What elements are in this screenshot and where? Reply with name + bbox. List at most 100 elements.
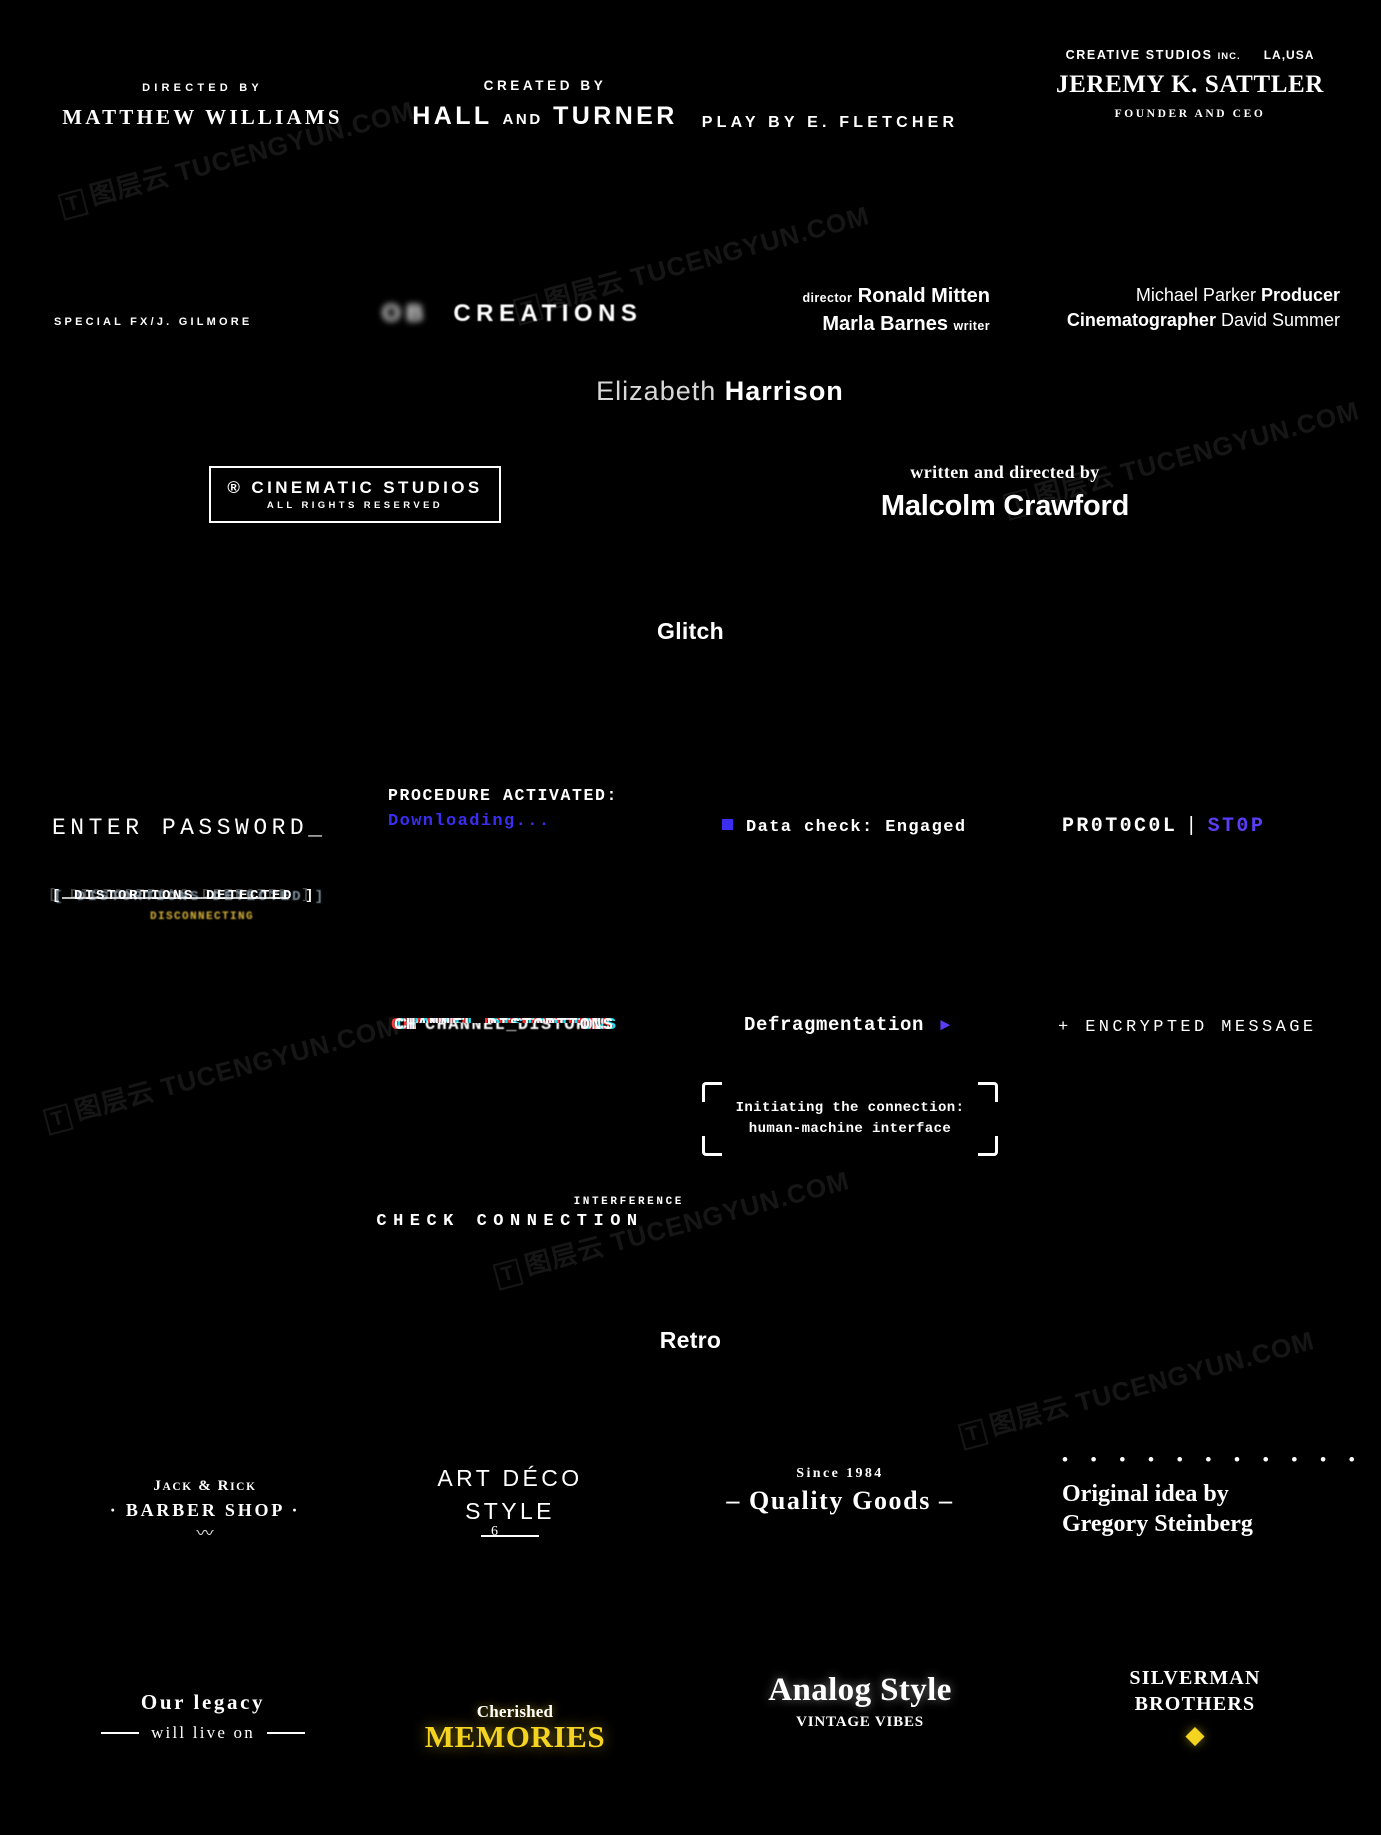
terminal-initiating-box: Initiating the connection: human-machine… [700,1082,1000,1156]
logo-art-deco: ART DÉCO STYLE [340,1462,680,1540]
credit-lead-actor: Elizabeth Harrison [350,376,1090,407]
quality-since: Since 1984 [796,1466,884,1481]
watermark-badge: T [492,1258,524,1291]
written-label-b: and [973,462,1005,482]
special-fx-name: J. GILMORE [156,316,253,328]
section-heading-glitch: Glitch [657,618,724,644]
legacy-line2: will live on [151,1723,255,1742]
logo-silverman-brothers: SILVERMAN BROTHERS ◆ [1030,1665,1360,1748]
studio-company-suffix: INC. [1217,51,1241,62]
art-deco-line2: STYLE [465,1498,555,1525]
protocol-label: PR0T0C0L [1062,815,1178,838]
glitch-strike-bar [62,897,287,899]
terminal-check-connection: INTERFERENCE CHECK CONNECTION [330,1196,690,1231]
logo-cherished-memories: Cherished MEMORIES [370,1702,660,1755]
barber-ampersand: & [198,1478,213,1494]
crew-right-line1: Michael Parker Producer [870,283,1340,308]
ob-part-a: OB [382,300,429,327]
crew-right-line2-label: Cinematographer [1066,309,1216,330]
crew-left-line1-label: director [802,291,853,305]
interference-label: INTERFERENCE [573,1196,684,1208]
art-deco-line1: ART DÉCO [437,1465,583,1491]
protocol-stop: ST0P [1207,815,1266,838]
distortions-glitch-text: [ DISTORTIONS DETECTED ] [ DISTORTIONS D… [48,887,352,905]
barber-names: JACK & RICK [30,1478,380,1495]
crew-right-line1-label: Producer [1260,285,1340,305]
quality-title: – Quality Goods – [726,1486,954,1515]
credit-name-a: HALL [412,102,493,130]
logo-box: ® CINEMATIC STUDIOS ALL RIGHTS RESERVED [209,466,501,523]
terminal-procedure: PROCEDURE ACTIVATED: Downloading... [388,786,618,831]
crew-right-line2-name: David Summer [1220,309,1340,330]
channel-distortions-glitch: CHANNEL_DISTORTIONS CHANNEL_DISTORTIONS … [391,1016,616,1035]
status-square-icon [722,819,733,830]
corner-bracket-top-left-icon [701,1082,722,1102]
legacy-rule-right-icon [266,1732,305,1734]
original-idea-text: Original idea by Gregory Steinberg [1062,1479,1362,1539]
glitch-slice-text: CHANNEL_DISTORTIONS [425,1023,581,1032]
credit-written-directed: written and directed by Malcolm Crawford [770,462,1240,523]
defragmentation-label: Defragmentation [744,1014,925,1036]
watermark-badge: T [57,188,89,221]
logo-ob-creations: OB CREATIONS [382,300,642,328]
terminal-protocol: PR0T0C0L | ST0P [1062,815,1265,838]
data-check-text: Data check: Engaged [746,818,967,837]
watermark-badge: T [957,1418,989,1451]
analog-subtitle: VINTAGE VIBES [796,1714,924,1730]
actor-first-name: Elizabeth [596,376,717,406]
ob-part-b: CREATIONS [453,300,643,327]
terminal-distortions: [ DISTORTIONS DETECTED ] [ DISTORTIONS D… [48,887,352,923]
logo-title: CINEMATIC STUDIOS [251,478,483,497]
logo-cinematic-studios: ® CINEMATIC STUDIOS ALL RIGHTS RESERVED [135,466,575,523]
original-idea-line2: Gregory Steinberg [1062,1511,1253,1538]
legacy-line2-row: will live on [28,1723,378,1743]
credit-studio-block: CREATIVE STUDIOS INC. LA,USA JEREMY K. S… [980,48,1381,120]
play-arrow-icon: ► [940,1017,951,1036]
studio-location: LA,USA [1263,48,1315,62]
check-connection-text: CHECK CONNECTION [376,1212,644,1231]
bracket-frame: Initiating the connection: human-machine… [701,1082,999,1156]
legacy-rule-left-icon [101,1732,140,1734]
studio-company: CREATIVE STUDIOS [1065,48,1213,62]
actor-last-name: Harrison [724,376,844,406]
distortions-text: [ DISTORTIONS DETECTED ] [52,888,317,904]
initiating-text: Initiating the connection: human-machine… [736,1098,965,1140]
initiating-line1: Initiating the connection: [735,1100,965,1116]
credit-special-fx: SPECIAL FX/J. GILMORE [54,312,252,330]
protocol-divider: | [1185,815,1200,838]
barber-shop-label: · BARBER SHOP · [109,1500,301,1520]
disconnecting-text: DISCONNECTING [149,911,254,923]
corner-bracket-bottom-left-icon [701,1136,722,1156]
legacy-line1: Our legacy [140,1690,266,1714]
logo-subtitle: ALL RIGHTS RESERVED [266,499,444,511]
credits-canvas: T 图层云 TUCENGYUN.COM T 图层云 TUCENGYUN.COM T图… [0,0,1381,1835]
credit-label: CREATED BY [483,78,607,93]
silverman-line2: BROTHERS [1134,1693,1256,1715]
studio-person: JEREMY K. SATTLER [1056,71,1324,98]
corner-bracket-top-right-icon [978,1082,999,1102]
art-deco-rule-ornament-icon [481,1524,539,1540]
corner-bracket-bottom-right-icon [978,1136,999,1156]
original-idea-line1: Original idea by [1062,1481,1229,1508]
terminal-enter-password: ENTER PASSWORD_ [52,815,327,841]
studio-company-line: CREATIVE STUDIOS INC. LA,USA [980,48,1381,62]
cherished-line2: MEMORIES [424,1719,606,1754]
written-directed-label: written and directed by [770,462,1240,483]
initiating-line2: human-machine interface [748,1121,952,1137]
logo-barber-shop: JACK & RICK · BARBER SHOP · 〰 [30,1478,380,1542]
crew-right-line1-name: Michael Parker [1135,285,1256,305]
procedure-status: Downloading... [388,812,551,831]
diamond-ornament-icon: ◆ [1185,1721,1205,1749]
swash-ornament-icon: 〰 [196,1524,214,1543]
watermark: T 图层云 TUCENGYUN.COM [40,1005,403,1136]
barber-name-b-rest: ICK [230,1481,257,1493]
credit-crew-right: Michael Parker Producer Cinematographer … [870,283,1340,333]
logo-our-legacy: Our legacy will live on [28,1690,378,1743]
logo-quality-goods: Since 1984 – Quality Goods – [660,1466,1020,1516]
dotted-line-ornament-icon: • • • • • • • • • • • • • • • • [1062,1455,1362,1466]
registered-mark-icon: ® [227,478,244,497]
special-fx-label: SPECIAL FX [54,316,151,328]
watermark-text: 图层云 TUCENGYUN.COM [71,1010,403,1126]
terminal-encrypted-message: + ENCRYPTED MESSAGE [1058,1018,1316,1037]
procedure-title: PROCEDURE ACTIVATED: [388,786,619,805]
